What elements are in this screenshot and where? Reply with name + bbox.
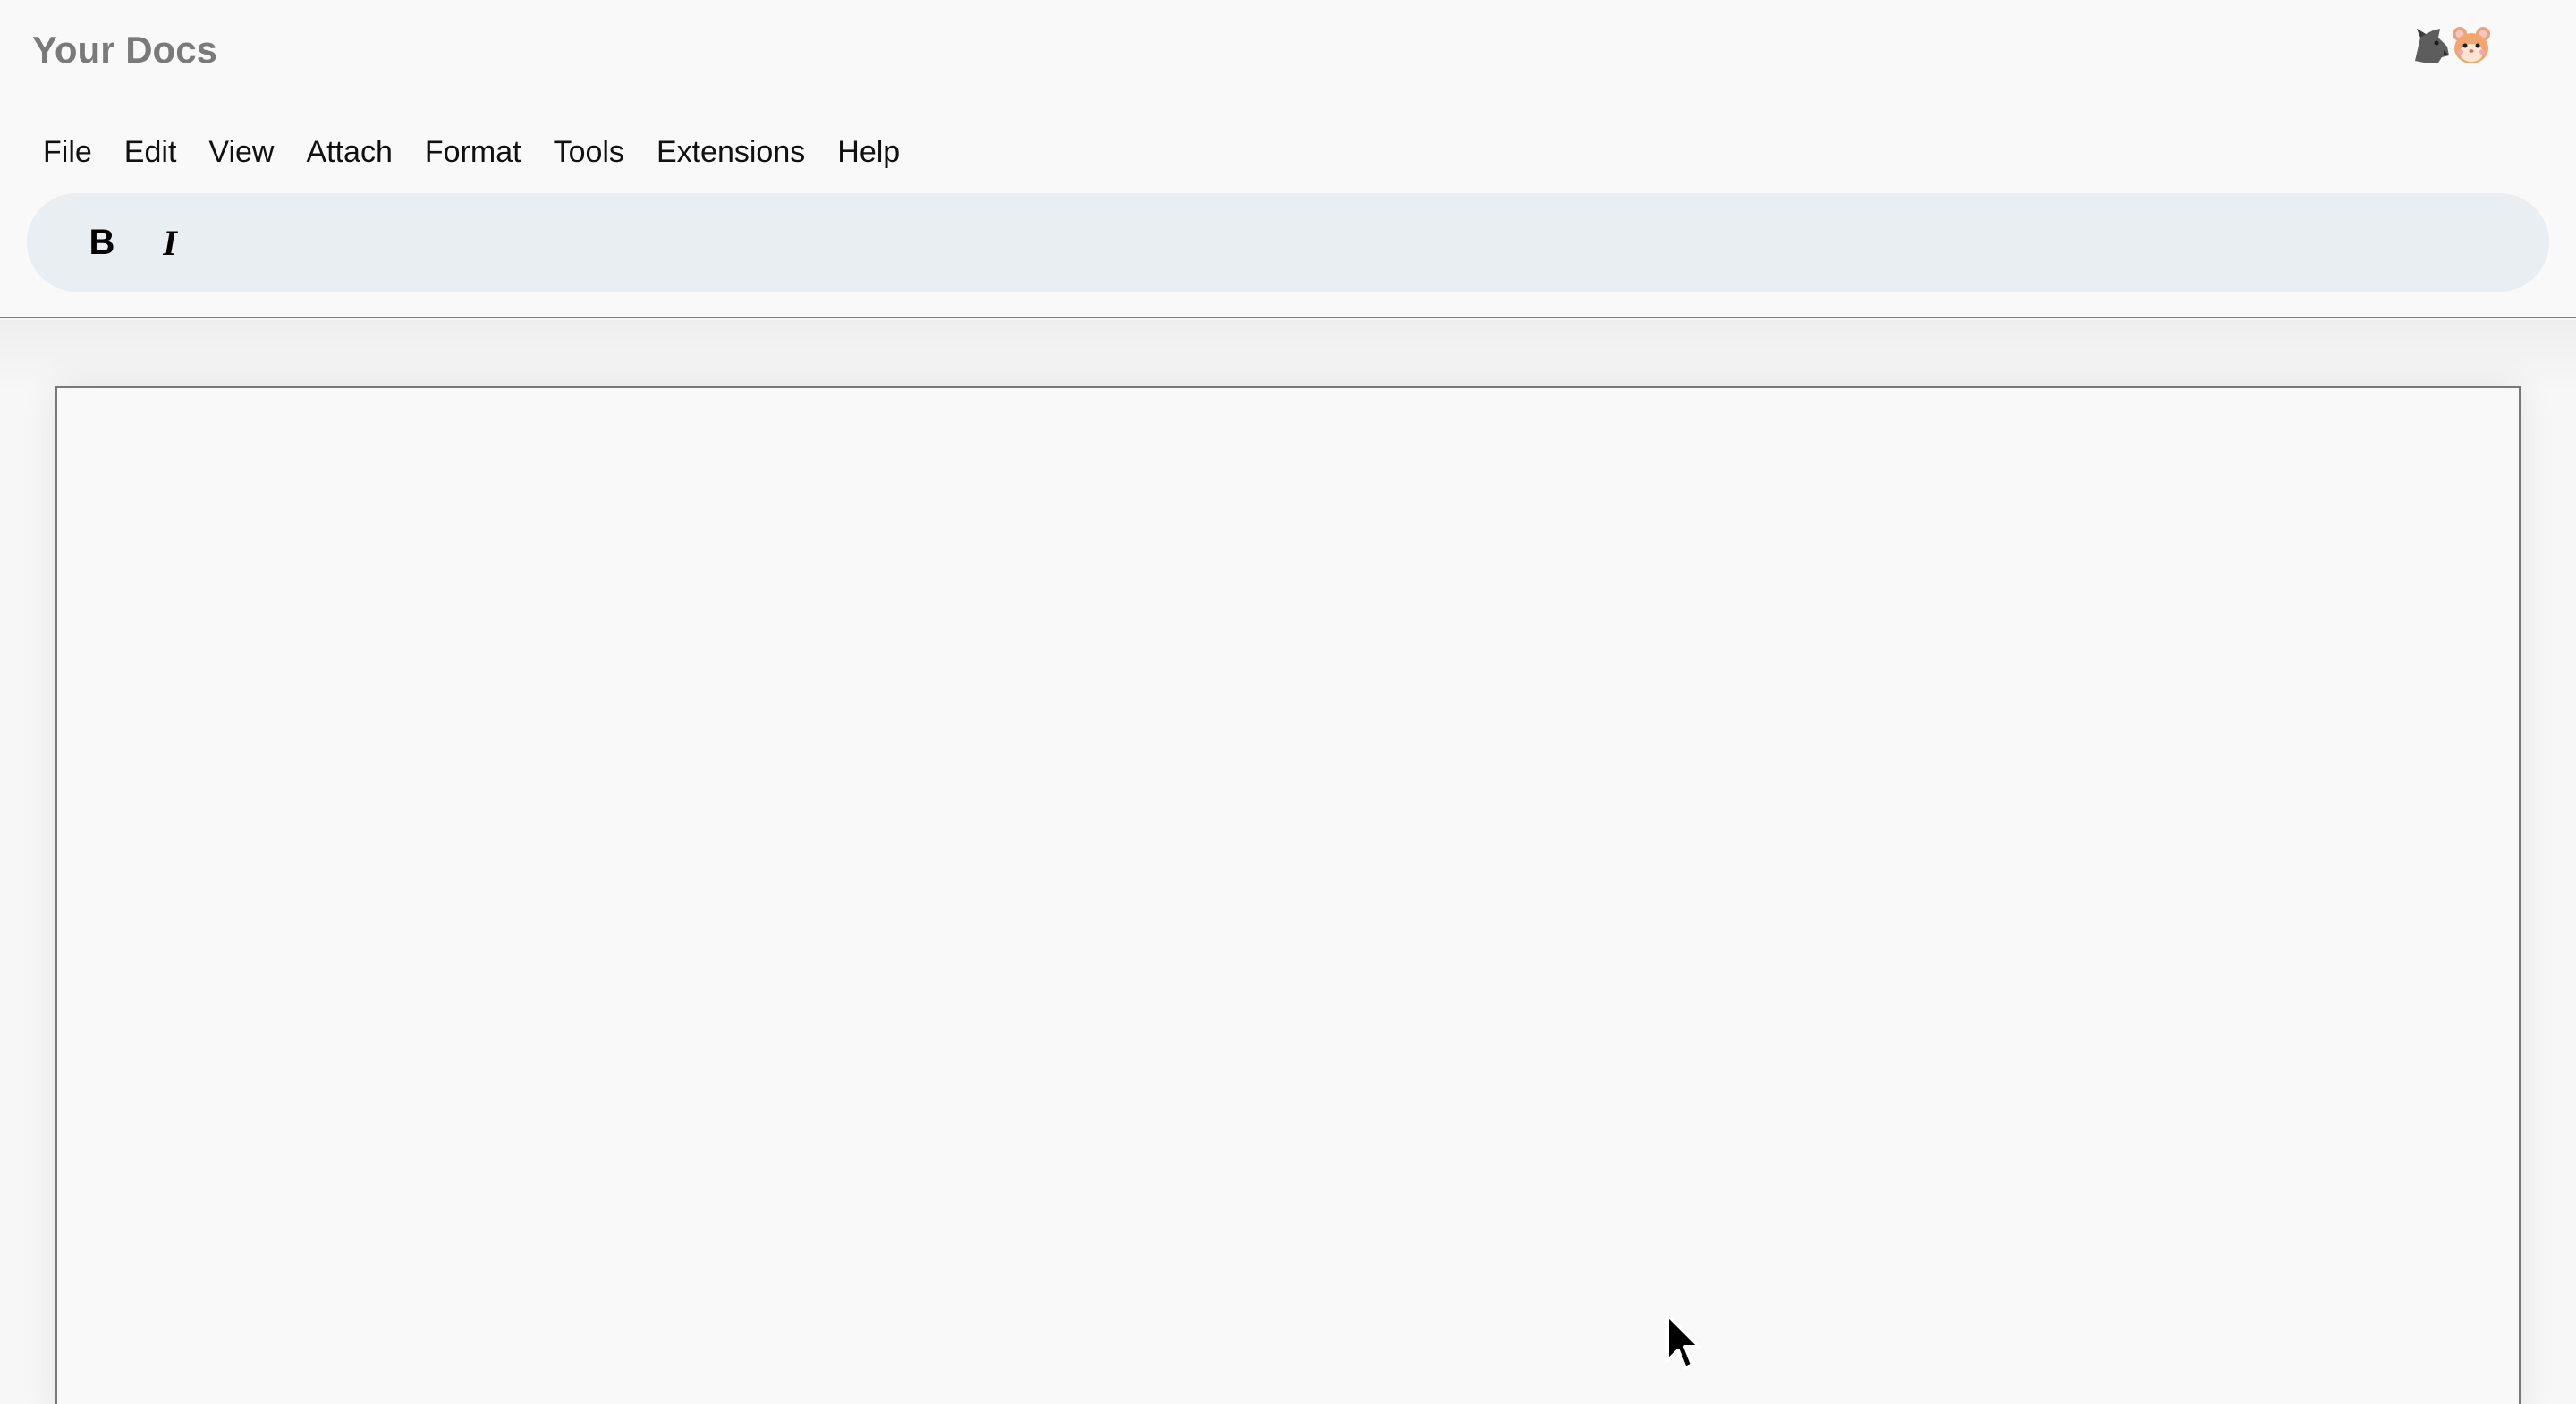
- collaborator-avatars: [2411, 25, 2497, 68]
- menu-tools[interactable]: Tools: [538, 125, 640, 179]
- menu-help[interactable]: Help: [821, 125, 916, 179]
- mouse-pointer-icon: [1665, 1313, 1701, 1370]
- document-editor[interactable]: [55, 386, 2521, 1404]
- docs-app: Your Docs File Edit View Attach Format T…: [0, 0, 2576, 1404]
- menu-format[interactable]: Format: [409, 125, 538, 179]
- menu-bar: File Edit View Attach Format Tools Exten…: [27, 125, 916, 179]
- menu-extensions[interactable]: Extensions: [640, 125, 821, 179]
- formatting-toolbar: B I: [27, 193, 2549, 292]
- app-header: Your Docs File Edit View Attach Format T…: [0, 0, 2576, 318]
- menu-attach[interactable]: Attach: [290, 125, 408, 179]
- app-title: Your Docs: [32, 29, 217, 71]
- hamster-icon[interactable]: [2451, 25, 2492, 66]
- header-shadow: [0, 320, 2576, 392]
- menu-file[interactable]: File: [27, 125, 108, 179]
- bold-button[interactable]: B: [77, 211, 127, 274]
- italic-button[interactable]: I: [145, 211, 195, 274]
- wolf-icon[interactable]: [2411, 25, 2453, 66]
- menu-view[interactable]: View: [192, 125, 290, 179]
- menu-edit[interactable]: Edit: [108, 125, 193, 179]
